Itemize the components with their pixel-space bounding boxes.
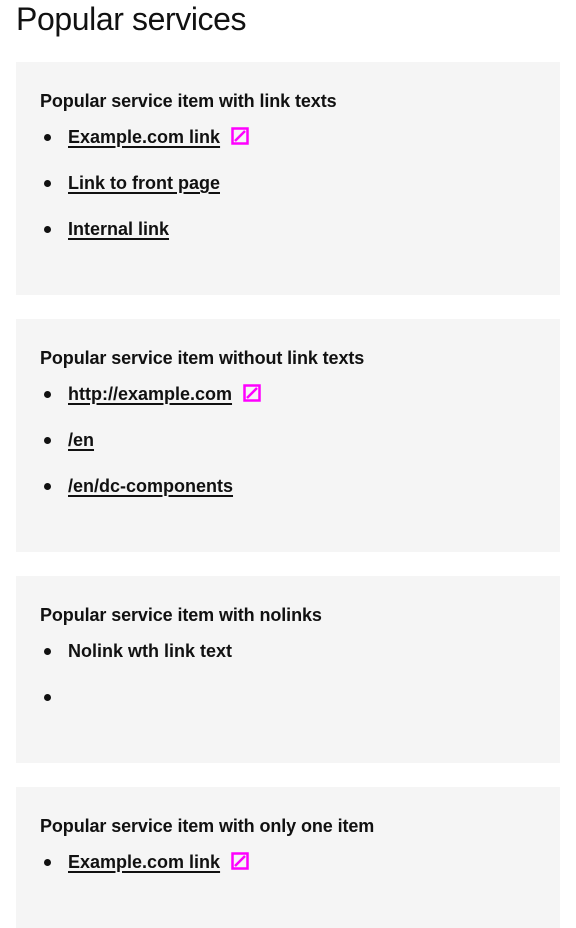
- dc-components-path-link[interactable]: /en/dc-components: [68, 476, 233, 496]
- service-card-without-link-texts: Popular service item without link texts …: [16, 319, 560, 552]
- external-link-icon: [231, 127, 249, 145]
- bullet-icon: [44, 180, 51, 187]
- bullet-icon: [44, 648, 51, 655]
- list-item: Nolink wth link text: [40, 640, 536, 662]
- card-title: Popular service item with nolinks: [40, 605, 322, 625]
- service-link-list: http://example.com /en /en/dc-components: [40, 383, 536, 497]
- internal-link[interactable]: Internal link: [68, 219, 169, 239]
- bullet-icon: [44, 483, 51, 490]
- example-com-link[interactable]: Example.com link: [68, 852, 220, 872]
- bullet-icon: [44, 226, 51, 233]
- service-link-list: Nolink wth link text: [40, 640, 536, 708]
- service-card-one-item: Popular service item with only one item …: [16, 787, 560, 928]
- bullet-icon: [44, 391, 51, 398]
- service-card-link-texts: Popular service item with link texts Exa…: [16, 62, 560, 295]
- list-item: [40, 686, 536, 708]
- list-item: Example.com link: [40, 851, 536, 873]
- front-page-link[interactable]: Link to front page: [68, 173, 220, 193]
- card-title: Popular service item with link texts: [40, 91, 337, 111]
- service-card-nolinks: Popular service item with nolinks Nolink…: [16, 576, 560, 763]
- list-item: http://example.com: [40, 383, 536, 405]
- nolink-text: Nolink wth link text: [68, 641, 233, 661]
- card-title: Popular service item with only one item: [40, 816, 375, 836]
- list-item: /en/dc-components: [40, 475, 536, 497]
- service-link-list: Example.com link Link to front page Inte…: [40, 126, 536, 240]
- list-item: /en: [40, 429, 536, 451]
- page-title: Popular services: [16, 1, 247, 37]
- en-path-link[interactable]: /en: [68, 430, 94, 450]
- page: Popular services Popular service item wi…: [0, 0, 576, 928]
- bullet-icon: [44, 134, 51, 141]
- list-item: Link to front page: [40, 172, 536, 194]
- service-link-list: Example.com link: [40, 851, 536, 873]
- bullet-icon: [44, 437, 51, 444]
- external-link-icon: [231, 852, 249, 870]
- example-com-url-link[interactable]: http://example.com: [68, 384, 232, 404]
- list-item: Internal link: [40, 218, 536, 240]
- list-item: Example.com link: [40, 126, 536, 148]
- example-com-link[interactable]: Example.com link: [68, 127, 220, 147]
- card-title: Popular service item without link texts: [40, 348, 365, 368]
- bullet-icon: [44, 694, 51, 701]
- bullet-icon: [44, 859, 51, 866]
- external-link-icon: [243, 384, 261, 402]
